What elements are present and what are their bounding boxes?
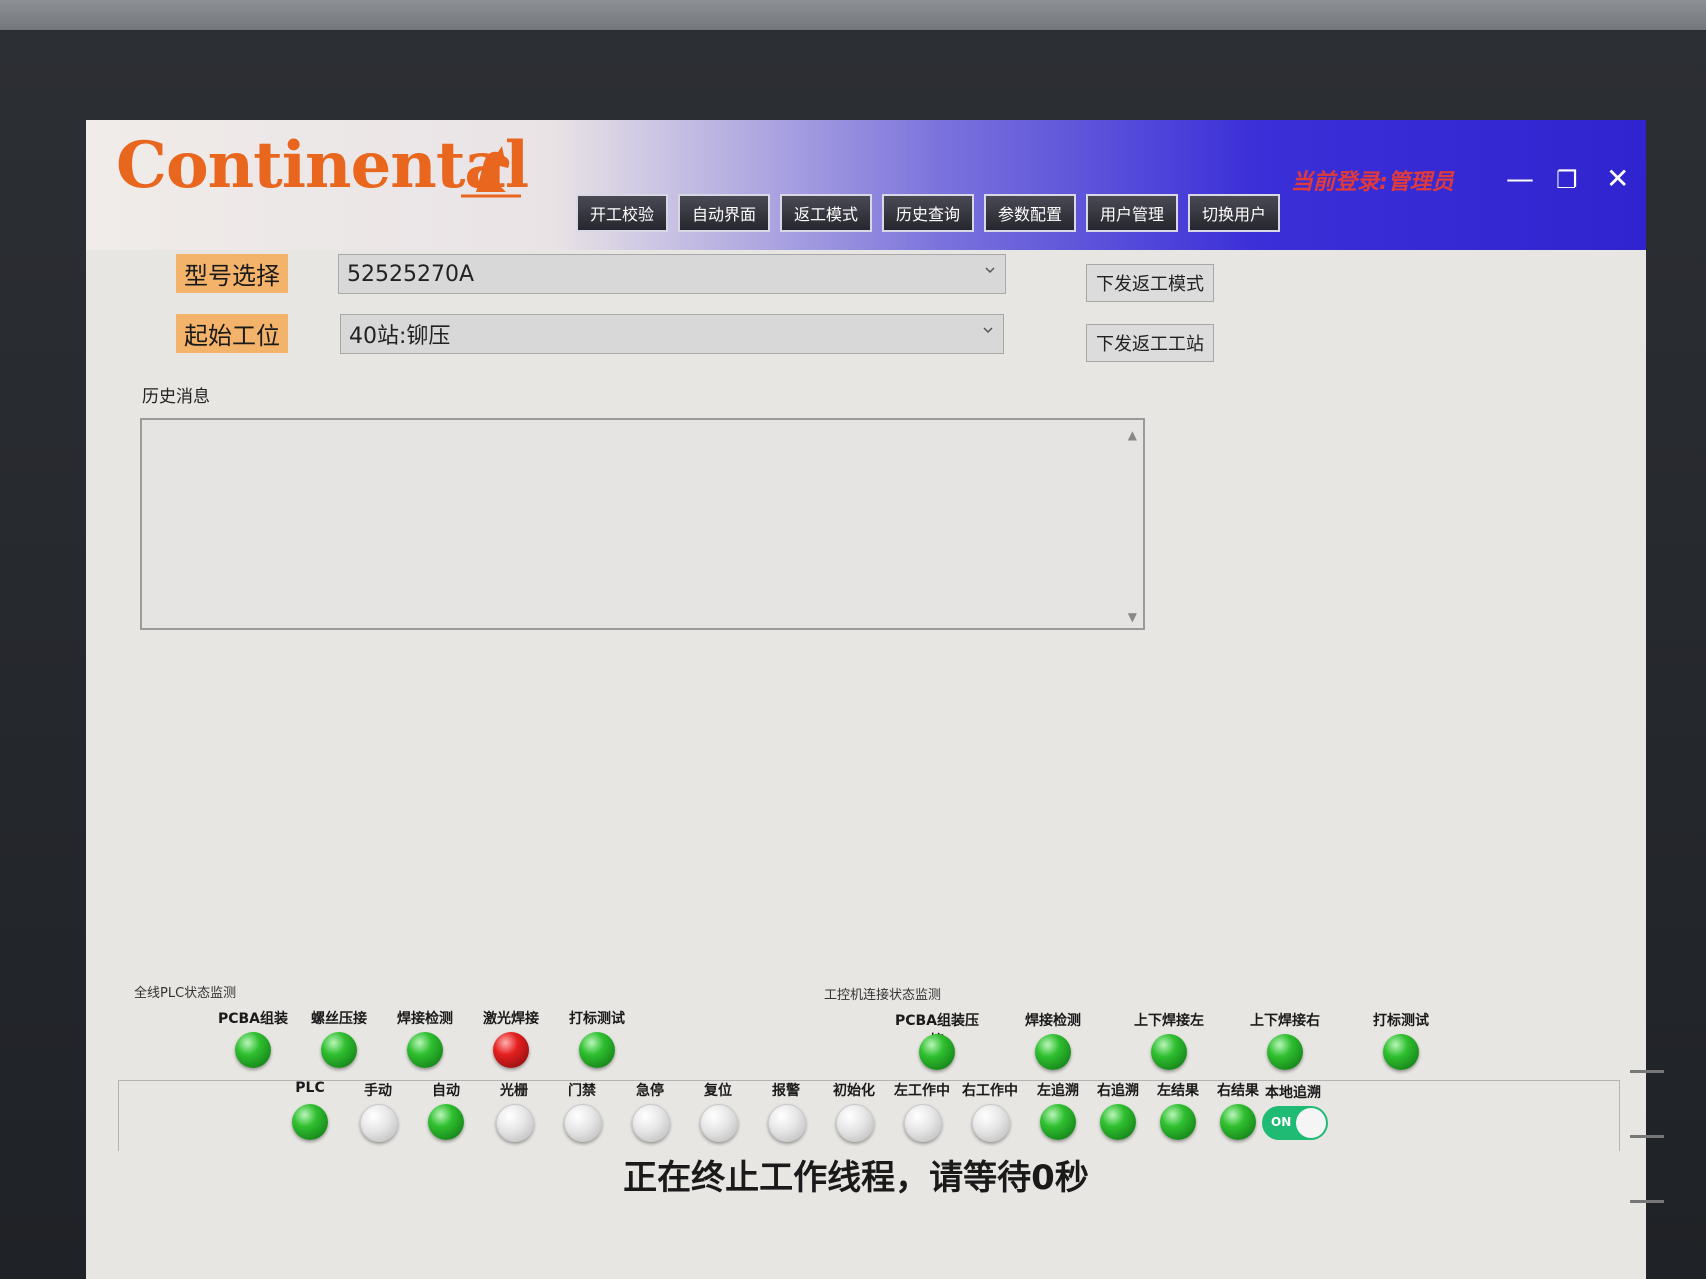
signal-led: [768, 1104, 806, 1142]
chevron-down-icon: [983, 327, 993, 334]
start-station-label: 起始工位: [176, 314, 288, 353]
monitor-side-button[interactable]: [1630, 1135, 1664, 1138]
signal-led: [700, 1104, 738, 1142]
app-window: Continental 开工校验 自动界面 返工模式 历史查询 参数配置 用户管…: [86, 120, 1646, 1279]
nav-switch-user-button[interactable]: 切换用户: [1188, 194, 1280, 232]
nav-history-query-button[interactable]: 历史查询: [882, 194, 974, 232]
signal-led: [1100, 1104, 1136, 1140]
signal-led: [972, 1104, 1010, 1142]
horse-logo-icon: [461, 146, 521, 198]
monitor-side-button[interactable]: [1630, 1200, 1664, 1203]
plc-station-led: [321, 1032, 357, 1068]
ipc-monitor-title: 工控机连接状态监测: [824, 988, 942, 1003]
send-rework-mode-button[interactable]: 下发返工模式: [1086, 264, 1214, 302]
nav-user-management-button[interactable]: 用户管理: [1086, 194, 1178, 232]
plc-monitor-title: 全线PLC状态监测: [134, 986, 237, 1001]
plc-station-led: [407, 1032, 443, 1068]
plc-station-led: [493, 1032, 529, 1068]
plc-station-led: [235, 1032, 271, 1068]
model-select-value: 52525270A: [347, 261, 475, 287]
signal-led: [428, 1104, 464, 1140]
start-station-dropdown[interactable]: 40站:铆压: [340, 314, 1004, 354]
plc-station-label: 激光焊接: [483, 1011, 539, 1027]
start-station-value: 40站:铆压: [349, 324, 451, 349]
ipc-station-label: 上下焊接左: [1134, 1013, 1204, 1029]
plc-station-label: PCBA组装: [217, 1011, 289, 1027]
login-status: 当前登录:管理员: [1291, 170, 1454, 195]
nav-rework-mode-button[interactable]: 返工模式: [780, 194, 872, 232]
ipc-station-label: 上下焊接右: [1250, 1013, 1320, 1029]
scroll-down-icon[interactable]: ▼: [1128, 610, 1137, 624]
model-select-dropdown[interactable]: 52525270A: [338, 254, 1006, 294]
chevron-down-icon: [985, 267, 995, 274]
minimize-icon[interactable]: —: [1506, 162, 1534, 195]
nav-param-config-button[interactable]: 参数配置: [984, 194, 1076, 232]
scroll-up-icon[interactable]: ▲: [1128, 428, 1137, 442]
signal-led: [292, 1104, 328, 1140]
signal-led: [1220, 1104, 1256, 1140]
send-rework-station-button[interactable]: 下发返工工站: [1086, 324, 1214, 362]
history-messages-label: 历史消息: [142, 387, 210, 407]
title-bar: Continental 开工校验 自动界面 返工模式 历史查询 参数配置 用户管…: [86, 120, 1646, 250]
main-nav: 开工校验 自动界面 返工模式 历史查询 参数配置 用户管理 切换用户: [576, 194, 1280, 232]
maximize-icon[interactable]: ❐: [1556, 166, 1578, 194]
signal-led: [836, 1104, 874, 1142]
signal-led: [1160, 1104, 1196, 1140]
ipc-station-led: [1267, 1034, 1303, 1070]
ipc-station-label: 打标测试: [1373, 1013, 1429, 1029]
nav-start-check-button[interactable]: 开工校验: [576, 194, 668, 232]
signal-led: [564, 1104, 602, 1142]
close-icon[interactable]: ✕: [1606, 162, 1629, 195]
toggle-knob: [1296, 1108, 1326, 1138]
signal-led: [496, 1104, 534, 1142]
local-trace-label: 本地追溯: [1265, 1085, 1321, 1101]
signal-led: [632, 1104, 670, 1142]
ipc-station-led: [1383, 1034, 1419, 1070]
signal-led: [360, 1104, 398, 1142]
history-messages-box[interactable]: ▲ ▼: [140, 418, 1145, 630]
ipc-station-led: [1151, 1034, 1187, 1070]
plc-station-label: 焊接检测: [397, 1011, 453, 1027]
ipc-station-led: [919, 1034, 955, 1070]
model-select-label: 型号选择: [176, 254, 288, 293]
plc-station-label: 螺丝压接: [311, 1011, 367, 1027]
nav-auto-view-button[interactable]: 自动界面: [678, 194, 770, 232]
monitor-side-button[interactable]: [1630, 1070, 1664, 1073]
signal-led: [1040, 1104, 1076, 1140]
local-trace-toggle[interactable]: ON: [1262, 1106, 1328, 1140]
toggle-on-text: ON: [1271, 1115, 1292, 1129]
signal-led: [904, 1104, 942, 1142]
ipc-station-label: 焊接检测: [1025, 1013, 1081, 1029]
ipc-station-led: [1035, 1034, 1071, 1070]
plc-station-label: 打标测试: [569, 1011, 625, 1027]
plc-station-led: [579, 1032, 615, 1068]
status-message: 正在终止工作线程，请等待0秒: [623, 1158, 1089, 1198]
